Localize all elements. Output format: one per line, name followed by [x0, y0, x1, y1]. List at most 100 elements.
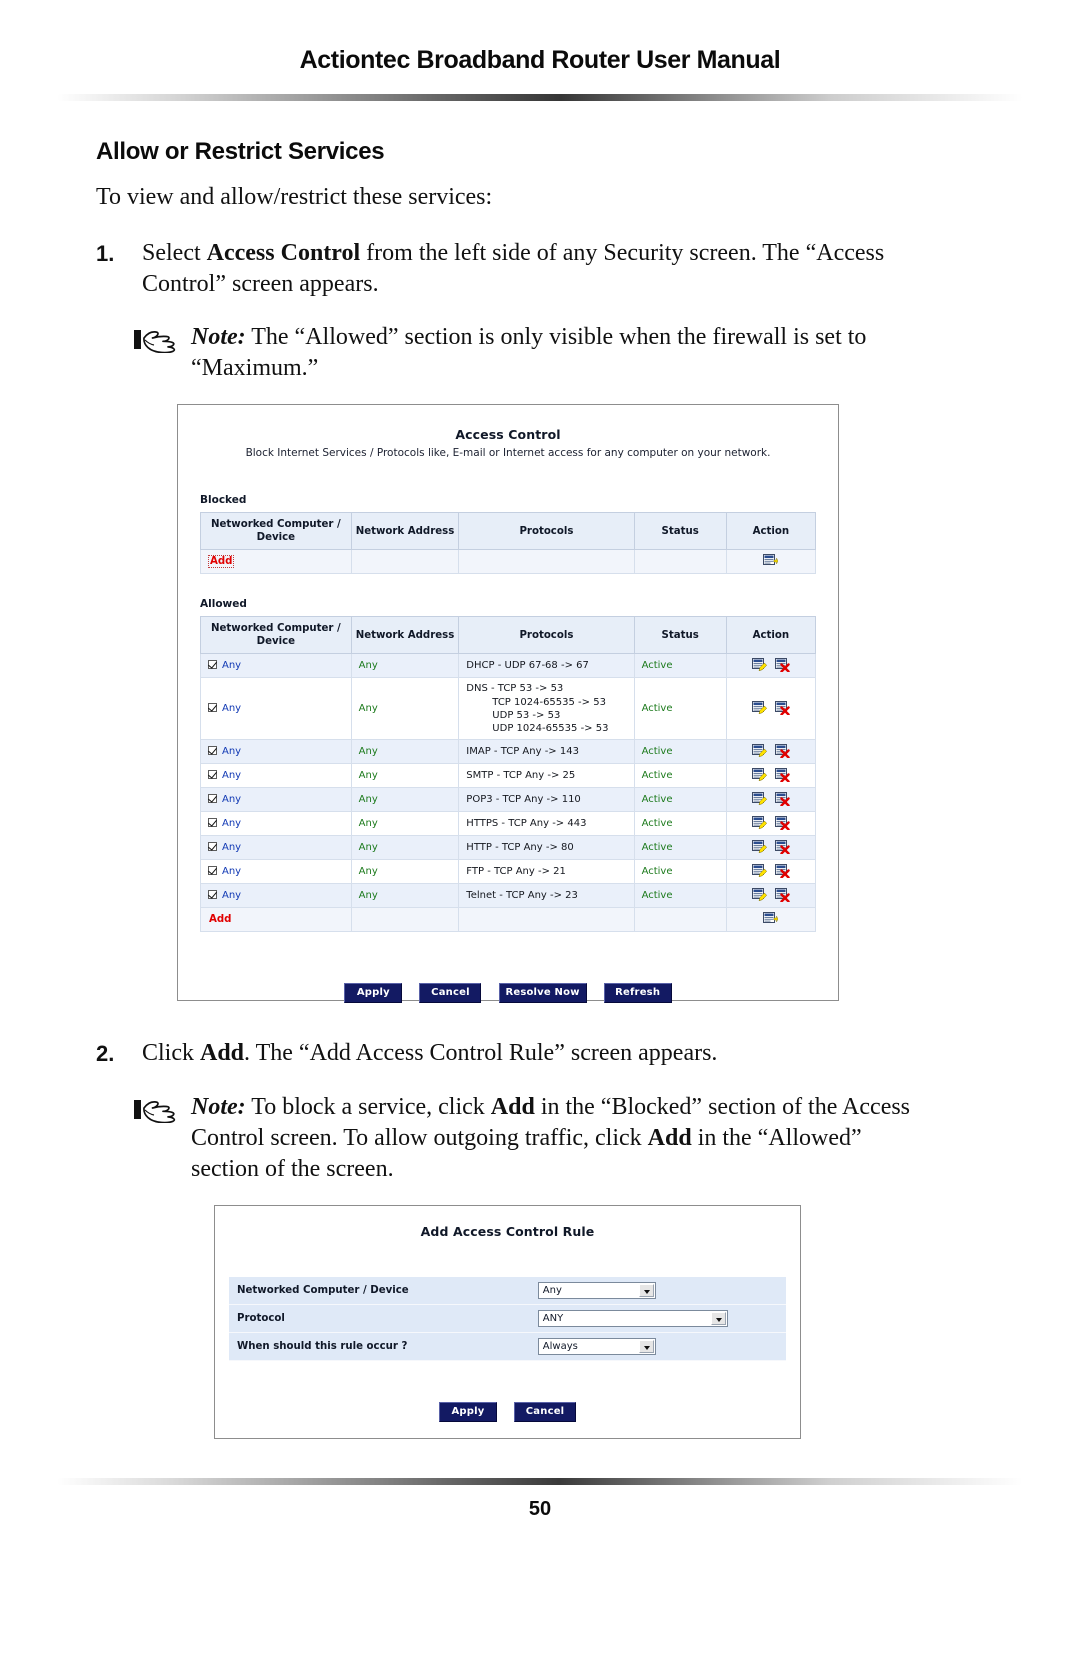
row-action-cell[interactable] — [725, 739, 817, 764]
protocol-select[interactable]: ANY — [537, 1310, 728, 1327]
row-device-label[interactable]: Any — [222, 660, 241, 671]
row-protocols-cell: FTP - TCP Any -> 21 — [458, 859, 635, 884]
row-checkbox[interactable] — [208, 745, 217, 755]
row-action-cell[interactable] — [725, 811, 817, 836]
device-select-value: Any — [542, 1285, 562, 1296]
table-row: Any Any HTTP - TCP Any -> 80 Active — [200, 835, 817, 860]
blocked-add-action-cell[interactable] — [725, 549, 817, 574]
row-checkbox[interactable] — [208, 769, 217, 779]
delete-rule-icon[interactable] — [774, 888, 790, 903]
row-device-cell[interactable]: Any — [200, 835, 352, 860]
edit-rule-icon[interactable] — [751, 658, 767, 672]
edit-rule-icon[interactable] — [751, 701, 767, 715]
row-action-cell[interactable] — [725, 763, 817, 788]
allowed-add-status-cell — [633, 907, 727, 932]
row-status-cell: Active — [633, 653, 727, 678]
chevron-down-icon[interactable] — [638, 1284, 654, 1297]
delete-rule-icon[interactable] — [774, 744, 790, 759]
allowed-add-row[interactable]: Add — [200, 907, 817, 932]
row-device-label[interactable]: Any — [222, 794, 241, 805]
edit-rule-icon[interactable] — [751, 816, 767, 830]
row-device-label[interactable]: Any — [222, 770, 241, 781]
row-action-cell[interactable] — [725, 677, 817, 740]
row-device-cell[interactable]: Any — [200, 653, 352, 678]
edit-rule-icon[interactable] — [751, 888, 767, 902]
add-rule-field-protocol-cell[interactable]: ANY — [529, 1304, 786, 1333]
row-checkbox[interactable] — [208, 793, 217, 803]
row-action-cell[interactable] — [725, 859, 817, 884]
row-checkbox[interactable] — [208, 659, 217, 669]
edit-rule-icon[interactable] — [751, 744, 767, 758]
allowed-add-link[interactable]: Add — [208, 914, 232, 925]
row-checkbox[interactable] — [208, 889, 217, 899]
edit-rule-icon[interactable] — [751, 768, 767, 782]
row-device-cell[interactable]: Any — [200, 811, 352, 836]
row-device-cell[interactable]: Any — [200, 763, 352, 788]
row-action-cell[interactable] — [725, 787, 817, 812]
delete-rule-icon[interactable] — [774, 816, 790, 831]
delete-rule-icon[interactable] — [774, 840, 790, 855]
delete-rule-icon[interactable] — [774, 864, 790, 879]
add-rule-cancel-button[interactable]: Cancel — [514, 1402, 577, 1422]
schedule-select-value: Always — [542, 1341, 578, 1352]
pointing-hand-icon — [134, 1100, 176, 1123]
chevron-down-icon[interactable] — [710, 1312, 726, 1325]
step-2-bold: Add — [200, 1040, 245, 1066]
edit-rule-icon[interactable] — [751, 792, 767, 806]
allowed-add-address-cell — [350, 907, 460, 932]
add-rule-field-device-cell[interactable]: Any — [529, 1277, 786, 1305]
add-rule-icon[interactable] — [763, 912, 779, 926]
row-action-cell[interactable] — [725, 835, 817, 860]
row-checkbox[interactable] — [208, 865, 217, 875]
row-device-label[interactable]: Any — [222, 866, 241, 877]
row-device-label[interactable]: Any — [222, 842, 241, 853]
cancel-button[interactable]: Cancel — [419, 983, 482, 1003]
column-header-protocols: Protocols — [458, 616, 635, 654]
step-2-text: Click Add. The “Add Access Control Rule”… — [142, 1038, 926, 1069]
row-device-label[interactable]: Any — [222, 703, 241, 714]
allowed-add-action-cell[interactable] — [725, 907, 817, 932]
row-checkbox[interactable] — [208, 702, 217, 712]
row-device-cell[interactable]: Any — [200, 739, 352, 764]
row-device-label[interactable]: Any — [222, 746, 241, 757]
row-action-cell[interactable] — [725, 653, 817, 678]
device-select[interactable]: Any — [537, 1282, 656, 1299]
apply-button[interactable]: Apply — [344, 983, 403, 1003]
blocked-add-cell[interactable]: Add — [200, 549, 352, 574]
row-device-cell[interactable]: Any — [200, 859, 352, 884]
blocked-add-link[interactable]: Add — [208, 554, 235, 568]
blocked-add-row[interactable]: Add — [200, 549, 817, 574]
row-protocols-cell: IMAP - TCP Any -> 143 — [458, 739, 635, 764]
row-device-cell[interactable]: Any — [200, 787, 352, 812]
allowed-add-cell[interactable]: Add — [200, 907, 352, 932]
add-rule-apply-button[interactable]: Apply — [438, 1402, 497, 1422]
column-header-action: Action — [725, 512, 817, 550]
row-action-cell[interactable] — [725, 883, 817, 908]
refresh-button[interactable]: Refresh — [603, 983, 672, 1003]
row-status-cell: Active — [633, 883, 727, 908]
page-title: Allow or Restrict Services — [96, 138, 385, 165]
delete-rule-icon[interactable] — [774, 701, 790, 716]
add-rule-field-schedule-cell[interactable]: Always — [529, 1332, 786, 1361]
row-device-cell[interactable]: Any — [200, 883, 352, 908]
add-rule-title: Add Access Control Rule — [420, 1224, 595, 1239]
schedule-select[interactable]: Always — [537, 1338, 656, 1355]
note-1-label: Note: — [191, 324, 246, 350]
delete-rule-icon[interactable] — [774, 792, 790, 807]
row-checkbox[interactable] — [208, 841, 217, 851]
blocked-table-header-row: Networked Computer / Device Network Addr… — [200, 512, 817, 550]
edit-rule-icon[interactable] — [751, 840, 767, 854]
row-device-cell[interactable]: Any — [200, 677, 352, 740]
access-control-title: Access Control — [455, 427, 561, 442]
add-rule-icon[interactable] — [763, 554, 779, 568]
row-checkbox[interactable] — [208, 817, 217, 827]
row-device-label[interactable]: Any — [222, 890, 241, 901]
chevron-down-icon[interactable] — [638, 1340, 654, 1353]
add-rule-field-schedule: When should this rule occur ? Always — [229, 1332, 786, 1361]
resolve-now-button[interactable]: Resolve Now — [498, 983, 587, 1003]
delete-rule-icon[interactable] — [774, 658, 790, 673]
intro-text: To view and allow/restrict these service… — [96, 184, 493, 210]
row-device-label[interactable]: Any — [222, 818, 241, 829]
delete-rule-icon[interactable] — [774, 768, 790, 783]
edit-rule-icon[interactable] — [751, 864, 767, 878]
